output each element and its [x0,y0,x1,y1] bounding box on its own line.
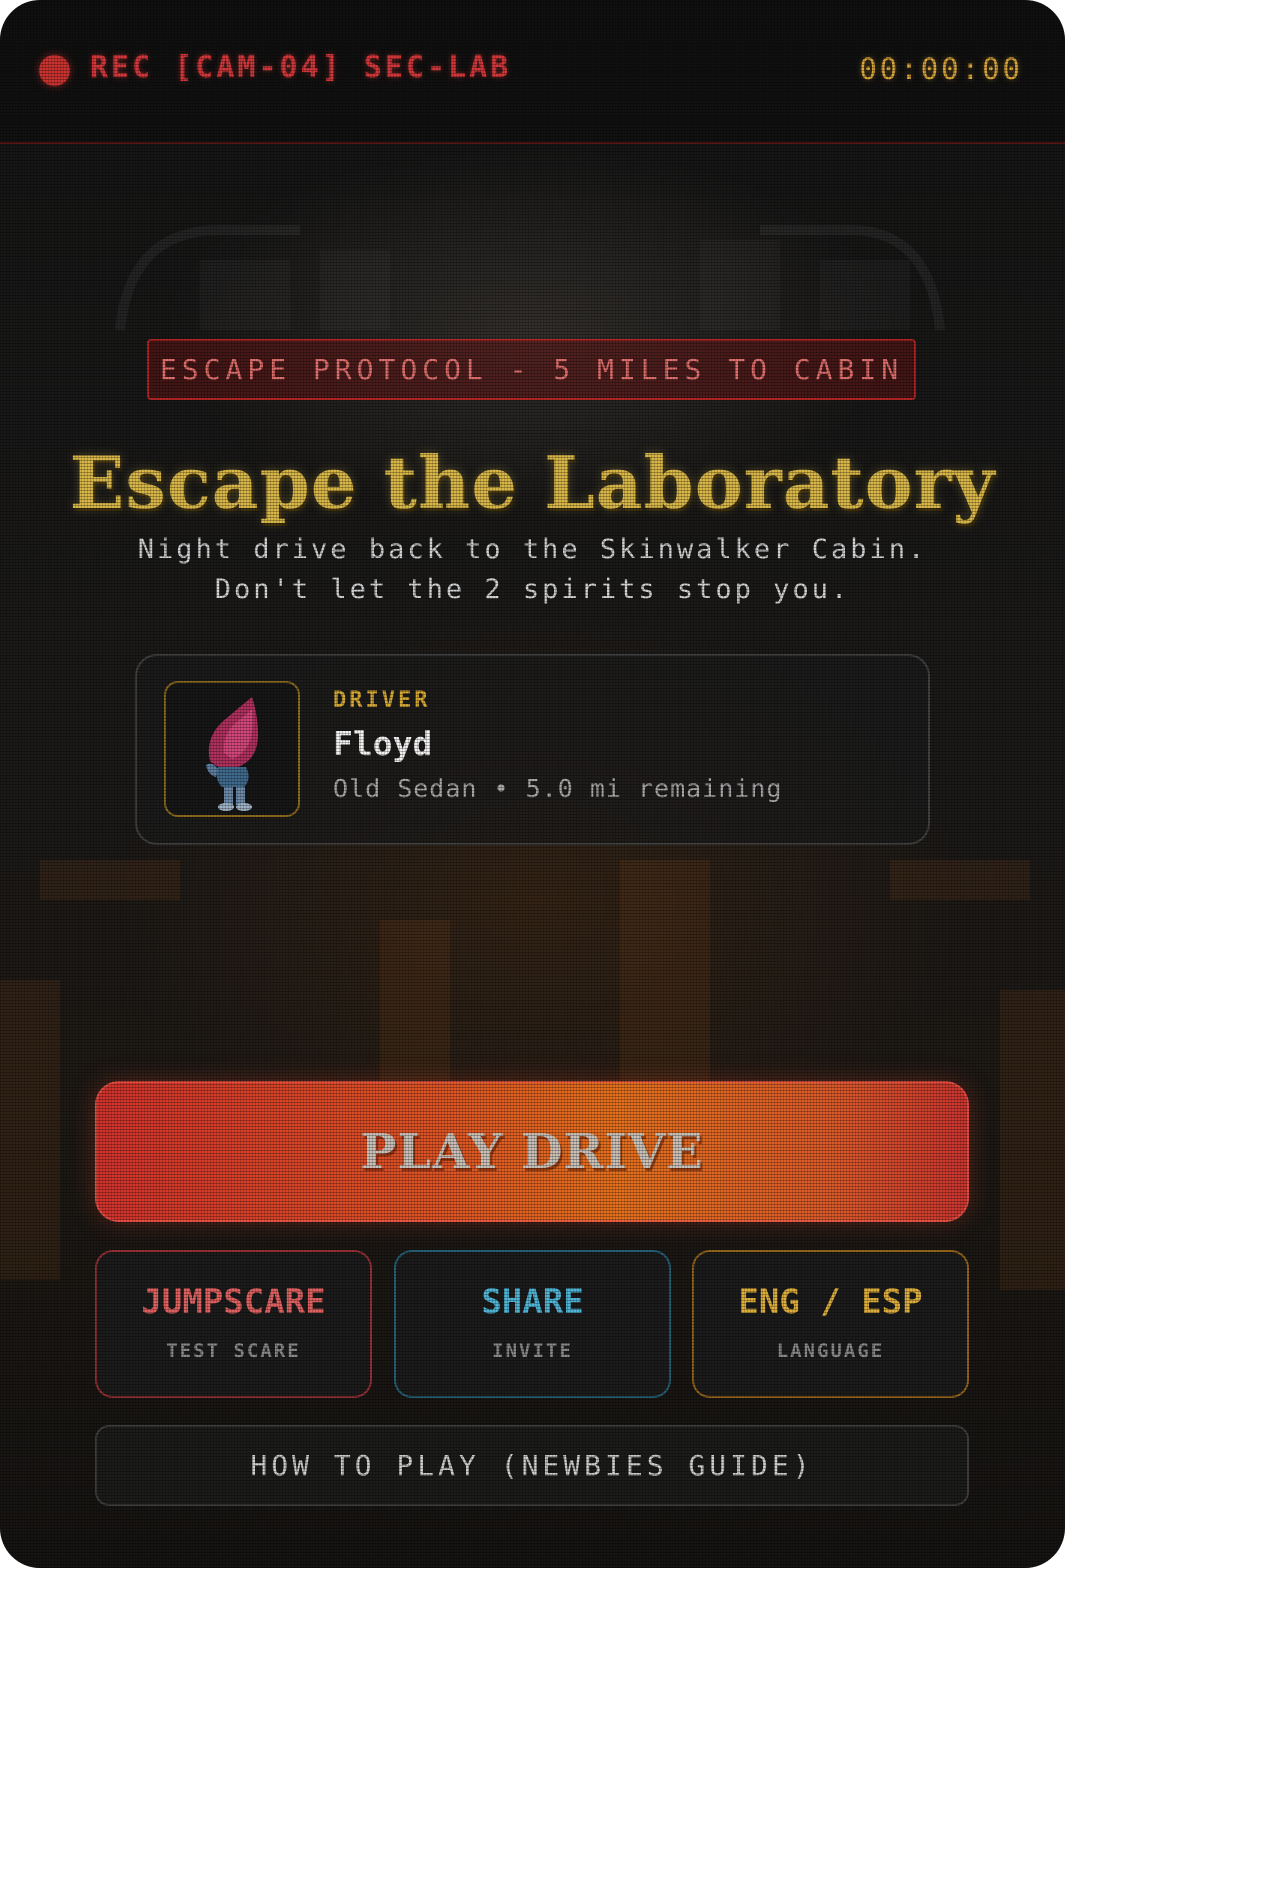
driver-avatar [164,681,300,817]
language-title: ENG / ESP [738,1282,923,1322]
driver-character-icon [206,697,258,811]
share-button[interactable]: SHARE INVITE [394,1250,671,1398]
jumpscare-title: JUMPSCARE [141,1282,326,1322]
game-menu-screen: REC [CAM-04] SEC-LAB 00:00:00 ESCAPE PRO… [0,0,1065,1568]
camera-hud-bar: REC [CAM-04] SEC-LAB 00:00:00 [0,0,1065,144]
driver-vehicle-distance: Old Sedan • 5.0 mi remaining [333,774,783,803]
jumpscare-subtitle: TEST SCARE [166,1340,301,1362]
driver-name: Floyd [333,724,433,763]
share-title: SHARE [481,1282,584,1322]
driver-card: DRIVER Floyd Old Sedan • 5.0 mi remainin… [135,654,930,845]
driver-label: DRIVER [333,688,431,713]
game-title: Escape the Laboratory [69,440,996,525]
language-button[interactable]: ENG / ESP LANGUAGE [692,1250,969,1398]
timecode: 00:00:00 [859,52,1023,86]
subtitle-line-1: Night drive back to the Skinwalker Cabin… [137,534,928,565]
camera-label: REC [CAM-04] SEC-LAB [90,50,512,85]
play-drive-button[interactable]: PLAY DRIVE [95,1081,969,1222]
subtitle-line-2: Don't let the 2 spirits stop you. [214,574,851,605]
jumpscare-button[interactable]: JUMPSCARE TEST SCARE [95,1250,372,1398]
record-dot-icon [39,55,70,86]
how-to-play-button[interactable]: HOW TO PLAY (NEWBIES GUIDE) [95,1425,969,1506]
language-subtitle: LANGUAGE [776,1340,885,1362]
protocol-banner: ESCAPE PROTOCOL - 5 MILES TO CABIN [147,339,916,400]
share-subtitle: INVITE [492,1340,573,1362]
